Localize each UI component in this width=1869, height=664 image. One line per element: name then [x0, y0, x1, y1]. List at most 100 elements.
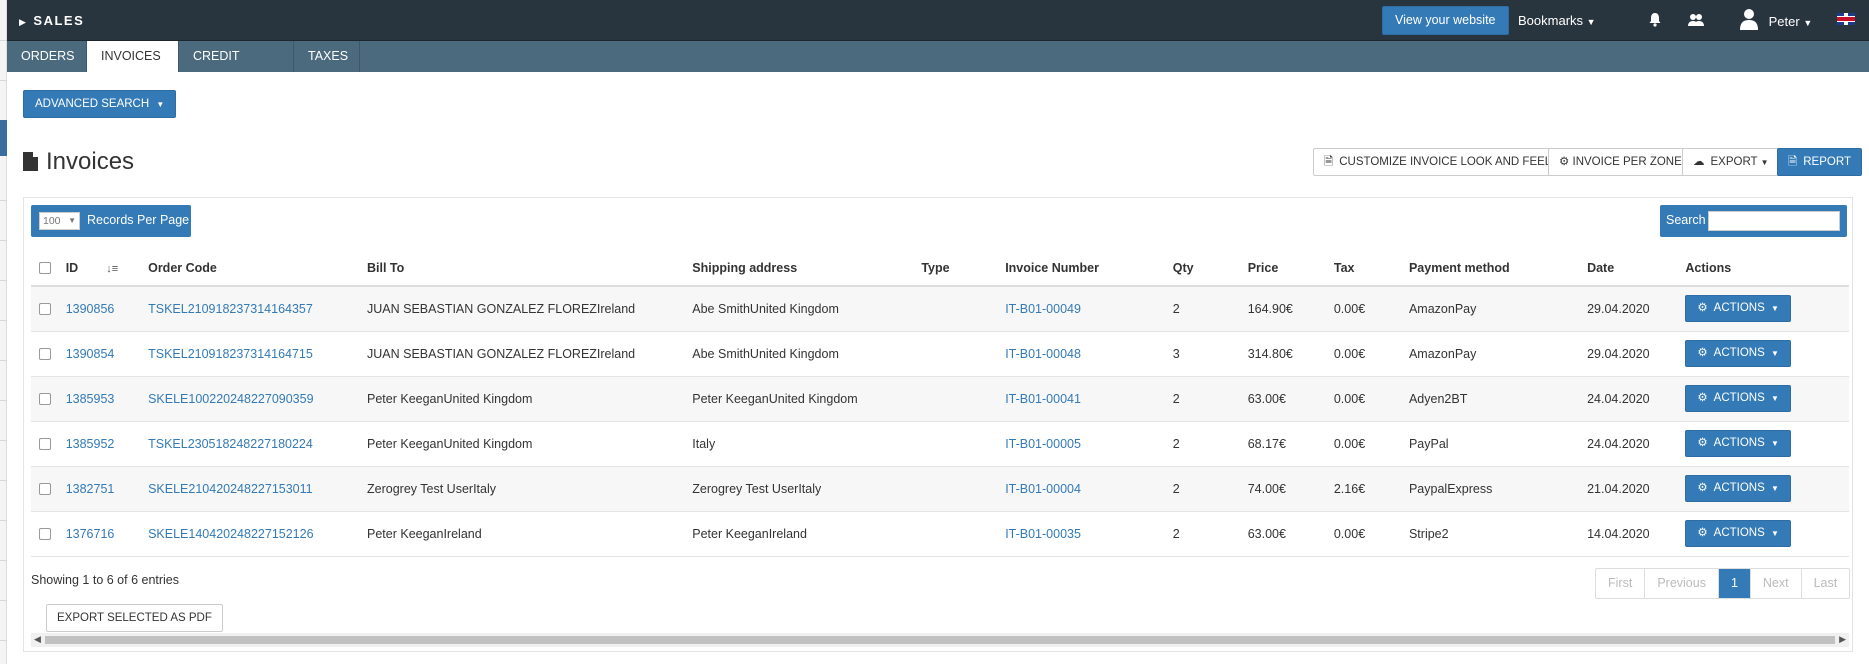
- date-cell: 14.04.2020: [1587, 511, 1686, 557]
- advanced-search-button[interactable]: ADVANCED SEARCH ▼: [23, 90, 177, 118]
- invoice-number-link[interactable]: IT-B01-00004: [1005, 482, 1081, 496]
- tab-invoices[interactable]: INVOICES: [87, 41, 179, 72]
- advanced-search-label: ADVANCED SEARCH: [35, 98, 150, 110]
- page-title: Invoices: [23, 148, 134, 176]
- row-actions-button[interactable]: ⚙ ACTIONS ▼: [1685, 295, 1791, 323]
- user-icon: [1740, 8, 1758, 33]
- invoice-id-link[interactable]: 1390856: [66, 302, 115, 316]
- left-gutter: [0, 0, 7, 664]
- row-checkbox[interactable]: [39, 303, 51, 316]
- invoice-number-link[interactable]: IT-B01-00035: [1005, 527, 1081, 541]
- uk-flag-icon[interactable]: [1837, 13, 1855, 25]
- select-all-checkbox[interactable]: [39, 262, 51, 275]
- column-header-order-code[interactable]: Order Code: [148, 250, 368, 287]
- user-menu[interactable]: Peter ▼: [1740, 8, 1812, 33]
- records-per-page-select[interactable]: 100 ▼: [39, 212, 80, 230]
- scrollbar-thumb[interactable]: [45, 636, 1835, 644]
- bill-to-cell: Peter KeeganUnited Kingdom: [367, 376, 693, 422]
- order-code-link[interactable]: SKELE210420248227153011: [148, 482, 313, 496]
- invoice-id-link[interactable]: 1385953: [66, 392, 115, 406]
- invoice-id-link[interactable]: 1376716: [66, 527, 115, 541]
- gear-icon: ⚙: [1559, 156, 1570, 168]
- report-button[interactable]: 🗎 REPORT: [1777, 148, 1862, 176]
- order-code-link[interactable]: TSKEL210918237314164357: [148, 302, 313, 316]
- page-1[interactable]: 1: [1718, 569, 1751, 598]
- type-cell: [921, 331, 1006, 377]
- order-code-link[interactable]: SKELE140420248227152126: [148, 527, 313, 541]
- customize-invoice-button[interactable]: 🗎 CUSTOMIZE INVOICE LOOK AND FEEL: [1313, 148, 1563, 176]
- column-header-id[interactable]: ID ↓≡: [65, 250, 149, 287]
- price-cell: 63.00€: [1247, 376, 1334, 422]
- tab-credit-notes[interactable]: CREDIT NOTES: [179, 41, 294, 94]
- caret-down-icon: ▼: [1770, 439, 1779, 448]
- page-first[interactable]: First: [1596, 569, 1646, 598]
- caret-right-icon: ▶: [19, 17, 28, 27]
- export-dropdown[interactable]: ☁ EXPORT ▼: [1682, 148, 1780, 176]
- page-next[interactable]: Next: [1751, 569, 1802, 598]
- column-header-price[interactable]: Price: [1247, 250, 1334, 287]
- invoices-table: ID ↓≡ Order Code Bill To Shipping address…: [31, 250, 1849, 557]
- gear-icon: ⚙: [1697, 482, 1708, 494]
- column-header-bill-to[interactable]: Bill To: [367, 250, 693, 287]
- tax-cell: 0.00€: [1333, 376, 1409, 422]
- scroll-right-icon[interactable]: ▶: [1839, 634, 1846, 645]
- gear-icon: ⚙: [1697, 437, 1708, 449]
- type-cell: [921, 511, 1006, 557]
- users-icon[interactable]: [1687, 12, 1705, 30]
- row-checkbox[interactable]: [39, 393, 51, 406]
- column-header-date[interactable]: Date: [1587, 250, 1686, 287]
- tab-taxes[interactable]: TAXES: [294, 41, 360, 72]
- section-title[interactable]: ▶ SALES: [19, 13, 84, 28]
- row-checkbox[interactable]: [39, 438, 51, 451]
- sort-icon[interactable]: ↓≡: [106, 263, 118, 275]
- order-code-link[interactable]: TSKEL210918237314164715: [148, 347, 313, 361]
- search-box: Search: [1660, 205, 1847, 237]
- column-header-qty[interactable]: Qty: [1172, 250, 1248, 287]
- column-header-payment[interactable]: Payment method: [1408, 250, 1588, 287]
- column-header-type[interactable]: Type: [921, 250, 1006, 287]
- invoice-number-link[interactable]: IT-B01-00005: [1005, 437, 1081, 451]
- order-code-link[interactable]: SKELE100220248227090359: [148, 392, 313, 406]
- invoice-number-link[interactable]: IT-B01-00049: [1005, 302, 1081, 316]
- bell-icon[interactable]: [1648, 12, 1662, 30]
- shipping-cell: Abe SmithUnited Kingdom: [692, 286, 922, 332]
- price-cell: 164.90€: [1247, 286, 1334, 332]
- row-actions-button[interactable]: ⚙ ACTIONS ▼: [1685, 520, 1791, 547]
- page-last[interactable]: Last: [1802, 569, 1850, 598]
- invoice-number-link[interactable]: IT-B01-00041: [1005, 392, 1081, 406]
- row-checkbox[interactable]: [39, 483, 51, 496]
- payment-method-cell: PayPal: [1408, 421, 1588, 467]
- page-previous[interactable]: Previous: [1645, 569, 1719, 598]
- invoice-per-zone-button[interactable]: ⚙ INVOICE PER ZONE: [1548, 148, 1693, 176]
- search-input[interactable]: [1708, 211, 1840, 231]
- bookmarks-dropdown[interactable]: Bookmarks ▼: [1518, 13, 1596, 28]
- invoice-id-link[interactable]: 1385952: [66, 437, 115, 451]
- bookmarks-label: Bookmarks: [1518, 13, 1584, 28]
- horizontal-scrollbar[interactable]: ◀ ▶: [31, 633, 1849, 647]
- column-header-shipping[interactable]: Shipping address: [692, 250, 922, 287]
- export-selected-pdf-button[interactable]: EXPORT SELECTED AS PDF: [46, 604, 223, 632]
- caret-down-icon: ▼: [1770, 529, 1779, 538]
- scroll-left-icon[interactable]: ◀: [34, 634, 41, 645]
- column-header-tax[interactable]: Tax: [1333, 250, 1409, 287]
- search-label: Search: [1666, 213, 1706, 227]
- row-checkbox[interactable]: [39, 528, 51, 541]
- gear-icon: ⚙: [1697, 392, 1708, 404]
- row-actions-button[interactable]: ⚙ ACTIONS ▼: [1685, 430, 1791, 457]
- shipping-cell: Abe SmithUnited Kingdom: [692, 331, 922, 377]
- invoice-id-link[interactable]: 1390854: [66, 347, 115, 361]
- price-cell: 68.17€: [1247, 421, 1334, 467]
- view-website-button[interactable]: View your website: [1382, 6, 1509, 35]
- invoice-number-link[interactable]: IT-B01-00048: [1005, 347, 1081, 361]
- row-checkbox[interactable]: [39, 348, 51, 361]
- row-actions-button[interactable]: ⚙ ACTIONS ▼: [1685, 340, 1791, 367]
- row-actions-button[interactable]: ⚙ ACTIONS ▼: [1685, 385, 1791, 412]
- invoice-id-link[interactable]: 1382751: [66, 482, 115, 496]
- row-actions-button[interactable]: ⚙ ACTIONS ▼: [1685, 475, 1791, 502]
- tab-orders[interactable]: ORDERS: [7, 41, 87, 72]
- payment-method-cell: Adyen2BT: [1408, 376, 1588, 422]
- order-code-link[interactable]: TSKEL230518248227180224: [148, 437, 313, 451]
- column-header-invoice-number[interactable]: Invoice Number: [1005, 250, 1173, 287]
- bill-to-cell: Zerogrey Test UserItaly: [367, 466, 693, 512]
- gutter-marker: [0, 120, 7, 156]
